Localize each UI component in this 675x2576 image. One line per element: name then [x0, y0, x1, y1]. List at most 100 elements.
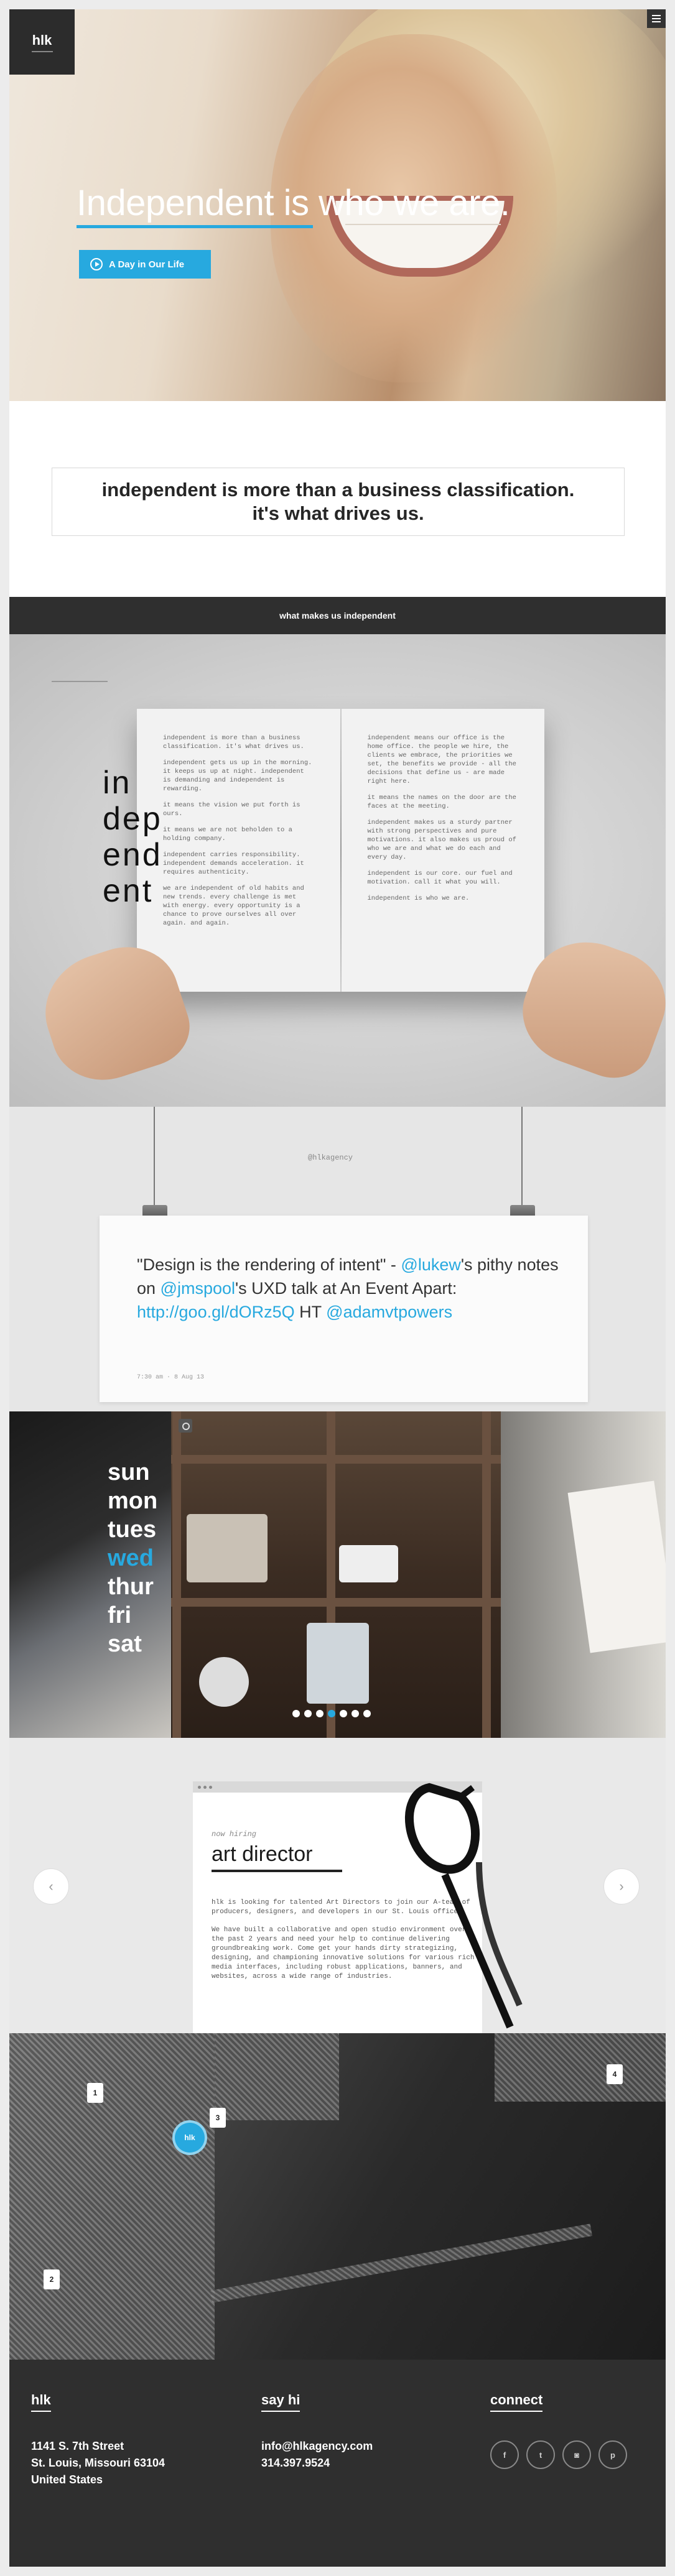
logo-underline [31, 50, 53, 52]
hamburger-icon[interactable] [647, 9, 666, 28]
carousel-dot[interactable] [304, 1710, 312, 1717]
play-icon [90, 258, 103, 270]
tweet-card: "Design is the rendering of intent" - @l… [100, 1216, 588, 1402]
book-paragraph: independent is who we are. [367, 895, 470, 902]
weekday-mon[interactable]: mon [108, 1487, 157, 1515]
carousel-dot[interactable] [292, 1710, 300, 1717]
shelf-clock [199, 1657, 249, 1707]
carousel-dot[interactable] [340, 1710, 347, 1717]
tweet-text-part: HT [294, 1303, 327, 1321]
logo[interactable]: hlk [9, 9, 75, 75]
tweet-mention-link[interactable]: @lukew [401, 1255, 460, 1274]
tweet-text: "Design is the rendering of intent" - @l… [137, 1253, 572, 1324]
tweet-text-part: "Design is the rendering of intent" - [137, 1255, 401, 1274]
weekday-wed[interactable]: wed [108, 1544, 157, 1572]
hanging-wire [154, 1107, 155, 1209]
map-city-blocks [9, 2033, 215, 2360]
job-title[interactable]: art director [212, 1842, 313, 1867]
shelf-sailboat-frame [307, 1623, 369, 1704]
hero-photo-teeth [345, 224, 501, 225]
carousel-dot[interactable] [351, 1710, 359, 1717]
book-paragraph: independent is more than a business clas… [163, 734, 304, 750]
footer-contact-column: say hi info@hlkagency.com 314.397.9524 [261, 2392, 373, 2472]
map-pin-3[interactable]: 3 [210, 2108, 226, 2128]
address-line: 1141 S. 7th Street [31, 2440, 124, 2452]
carousel-dots [292, 1710, 371, 1717]
hero-title: Independent is who we are. [77, 183, 510, 223]
glasses-icon [405, 1783, 523, 2029]
footer-address: 1141 S. 7th Street St. Louis, Missouri 6… [31, 2438, 165, 2488]
statement-section: independent is more than a business clas… [9, 401, 666, 597]
big-word-line: end [103, 837, 162, 873]
page: hlk Independent is who we are. A Day in … [9, 9, 666, 2567]
social-links: f t ◙ p [490, 2440, 627, 2469]
tweet-timestamp: 7:30 am · 8 Aug 13 [137, 1374, 205, 1381]
footer-hlk-heading: hlk [31, 2392, 51, 2412]
address-line: United States [31, 2473, 103, 2486]
pinterest-icon[interactable]: p [598, 2440, 627, 2469]
carousel-dot[interactable] [316, 1710, 324, 1717]
twitter-icon[interactable]: t [526, 2440, 555, 2469]
chevron-right-icon: › [619, 1878, 624, 1894]
independent-book-section: independent is more than a business clas… [9, 634, 666, 1107]
carousel-dot[interactable] [363, 1710, 371, 1717]
twitter-handle[interactable]: @hlkagency [308, 1153, 353, 1162]
carousel-dot-active[interactable] [328, 1710, 335, 1717]
footer-connect-heading: connect [490, 2392, 543, 2412]
big-word-line: ent [103, 873, 154, 909]
facebook-icon[interactable]: f [490, 2440, 519, 2469]
book-paragraph: independent makes us a sturdy partner wi… [367, 819, 516, 861]
hlk-location-pin[interactable]: hlk [172, 2120, 207, 2155]
footer: hlk 1141 S. 7th Street St. Louis, Missou… [9, 2360, 666, 2567]
phone-link[interactable]: 314.397.9524 [261, 2455, 373, 2472]
day-in-our-life-button[interactable]: A Day in Our Life [79, 250, 211, 279]
weekday-thur[interactable]: thur [108, 1572, 157, 1601]
now-hiring-label: now hiring [212, 1830, 257, 1839]
book-paragraph: it means the names on the door are the f… [367, 794, 516, 810]
tweet-mention-link[interactable]: @jmspool [161, 1279, 235, 1298]
weekday-sun[interactable]: sun [108, 1458, 157, 1487]
instagram-strip: sun mon tues wed thur fri sat [9, 1411, 666, 1738]
statement-line-2: it's what drives us. [252, 502, 424, 524]
next-job-button[interactable]: › [603, 1868, 640, 1904]
weekday-sat[interactable]: sat [108, 1630, 157, 1658]
job-title-underline [212, 1870, 342, 1872]
independent-big-word: in dep end ent [103, 765, 162, 909]
prev-job-button[interactable]: ‹ [33, 1868, 69, 1904]
weekday-list: sun mon tues wed thur fri sat [108, 1458, 157, 1658]
book-paragraph: independent gets us up in the morning. i… [163, 759, 312, 793]
address-line: St. Louis, Missouri 63104 [31, 2457, 165, 2469]
footer-contact: info@hlkagency.com 314.397.9524 [261, 2438, 373, 2472]
map-pin-1[interactable]: 1 [87, 2083, 103, 2103]
tweet-text-part: 's UXD talk at An Event Apart: [235, 1279, 457, 1298]
map-bridge [210, 2223, 593, 2303]
map-pin-2[interactable]: 2 [44, 2269, 60, 2289]
weekday-tues[interactable]: tues [108, 1515, 157, 1544]
statement-box: independent is more than a business clas… [52, 468, 625, 536]
location-map[interactable]: 1 2 3 4 hlk [9, 2033, 666, 2360]
open-book: independent is more than a business clas… [137, 709, 544, 992]
book-left-page: independent is more than a business clas… [137, 709, 340, 992]
chevron-left-icon: ‹ [49, 1878, 54, 1894]
book-paragraph: it means the vision we put forth is ours… [163, 801, 300, 818]
book-paragraph: independent carries responsibility. inde… [163, 851, 304, 876]
instagram-icon[interactable]: ◙ [562, 2440, 591, 2469]
tweet-mention-link[interactable]: @adamvtpowers [326, 1303, 452, 1321]
big-word-line: in [103, 765, 132, 801]
weekday-fri[interactable]: fri [108, 1601, 157, 1630]
footer-say-hi-heading: say hi [261, 2392, 300, 2412]
big-word-line: dep [103, 801, 162, 837]
tweet-url-link[interactable]: http://goo.gl/dORz5Q [137, 1303, 295, 1321]
book-right-page: independent means our office is the home… [342, 709, 545, 992]
footer-connect-column: connect f t ◙ p [490, 2392, 627, 2469]
hero-title-underline [77, 225, 313, 228]
hero-section: hlk Independent is who we are. A Day in … [9, 9, 666, 401]
shelf-sheep-figure [339, 1545, 398, 1582]
map-pin-4[interactable]: 4 [607, 2064, 623, 2084]
statement-line-1: independent is more than a business clas… [101, 479, 575, 501]
book-paragraph: it means we are not beholden to a holdin… [163, 826, 292, 843]
email-link[interactable]: info@hlkagency.com [261, 2438, 373, 2455]
shelf-board [171, 1598, 501, 1607]
map-city-blocks [215, 2033, 339, 2120]
book-paragraph: independent is our core. our fuel and mo… [367, 870, 513, 886]
